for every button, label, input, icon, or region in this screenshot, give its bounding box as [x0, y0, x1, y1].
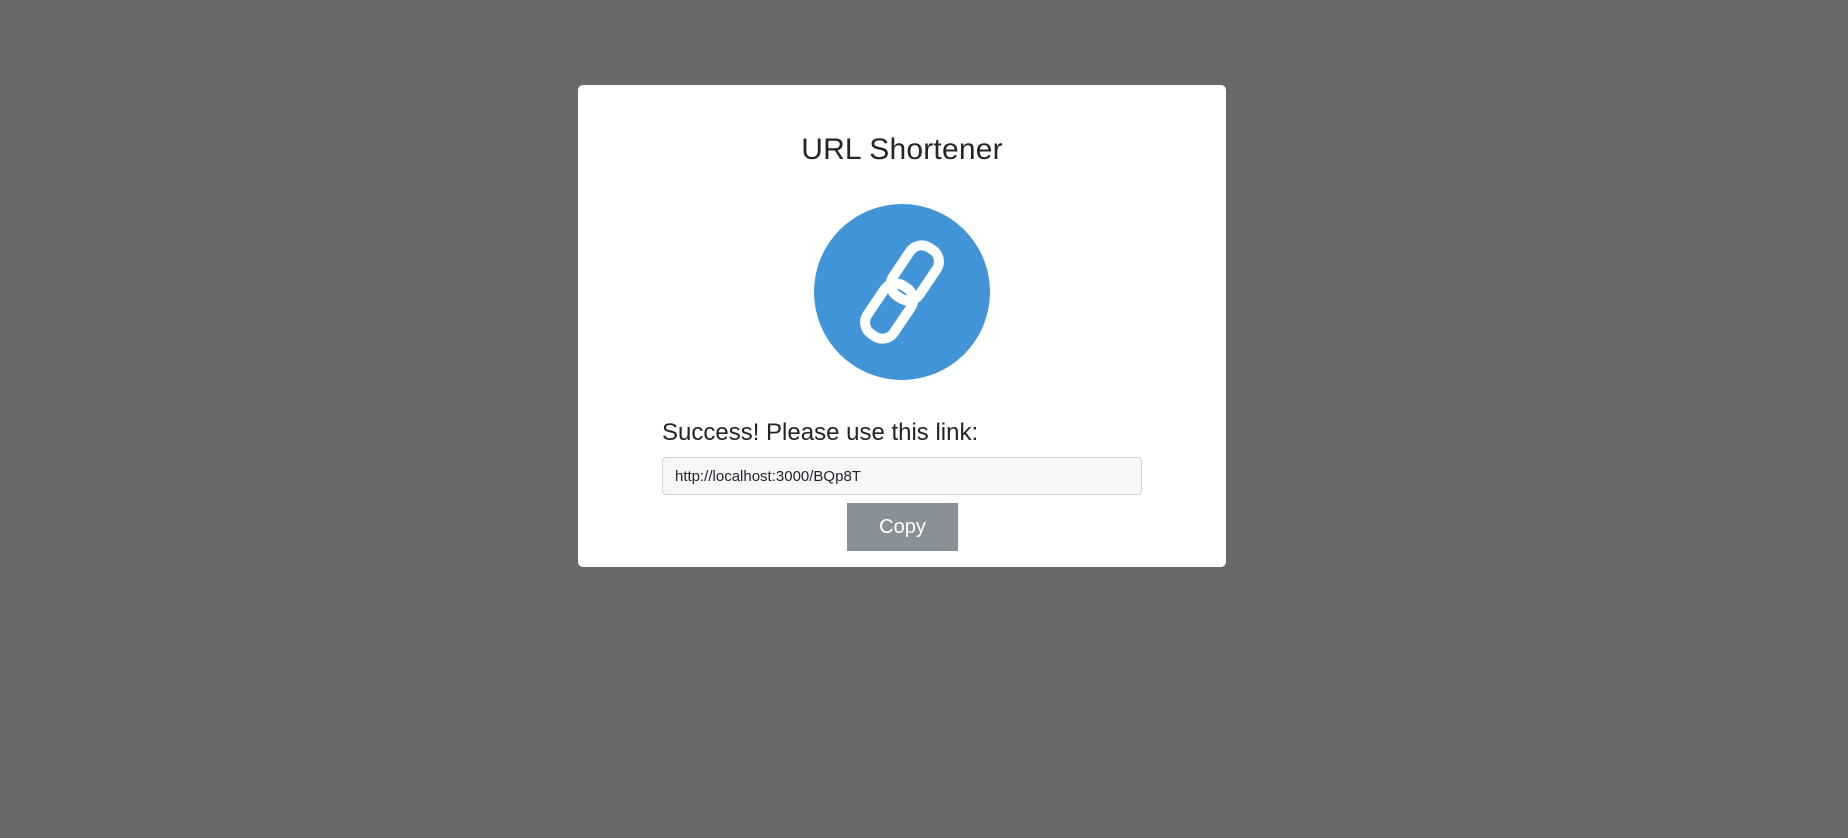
short-url-field[interactable]: [662, 457, 1142, 495]
success-message: Success! Please use this link:: [662, 419, 979, 446]
page-title: URL Shortener: [801, 133, 1003, 166]
logo-circle: [814, 204, 990, 380]
chain-link-icon: [860, 240, 944, 344]
copy-button[interactable]: Copy: [847, 503, 958, 551]
url-shortener-card: URL Shortener Success! Please use this l…: [578, 85, 1226, 567]
